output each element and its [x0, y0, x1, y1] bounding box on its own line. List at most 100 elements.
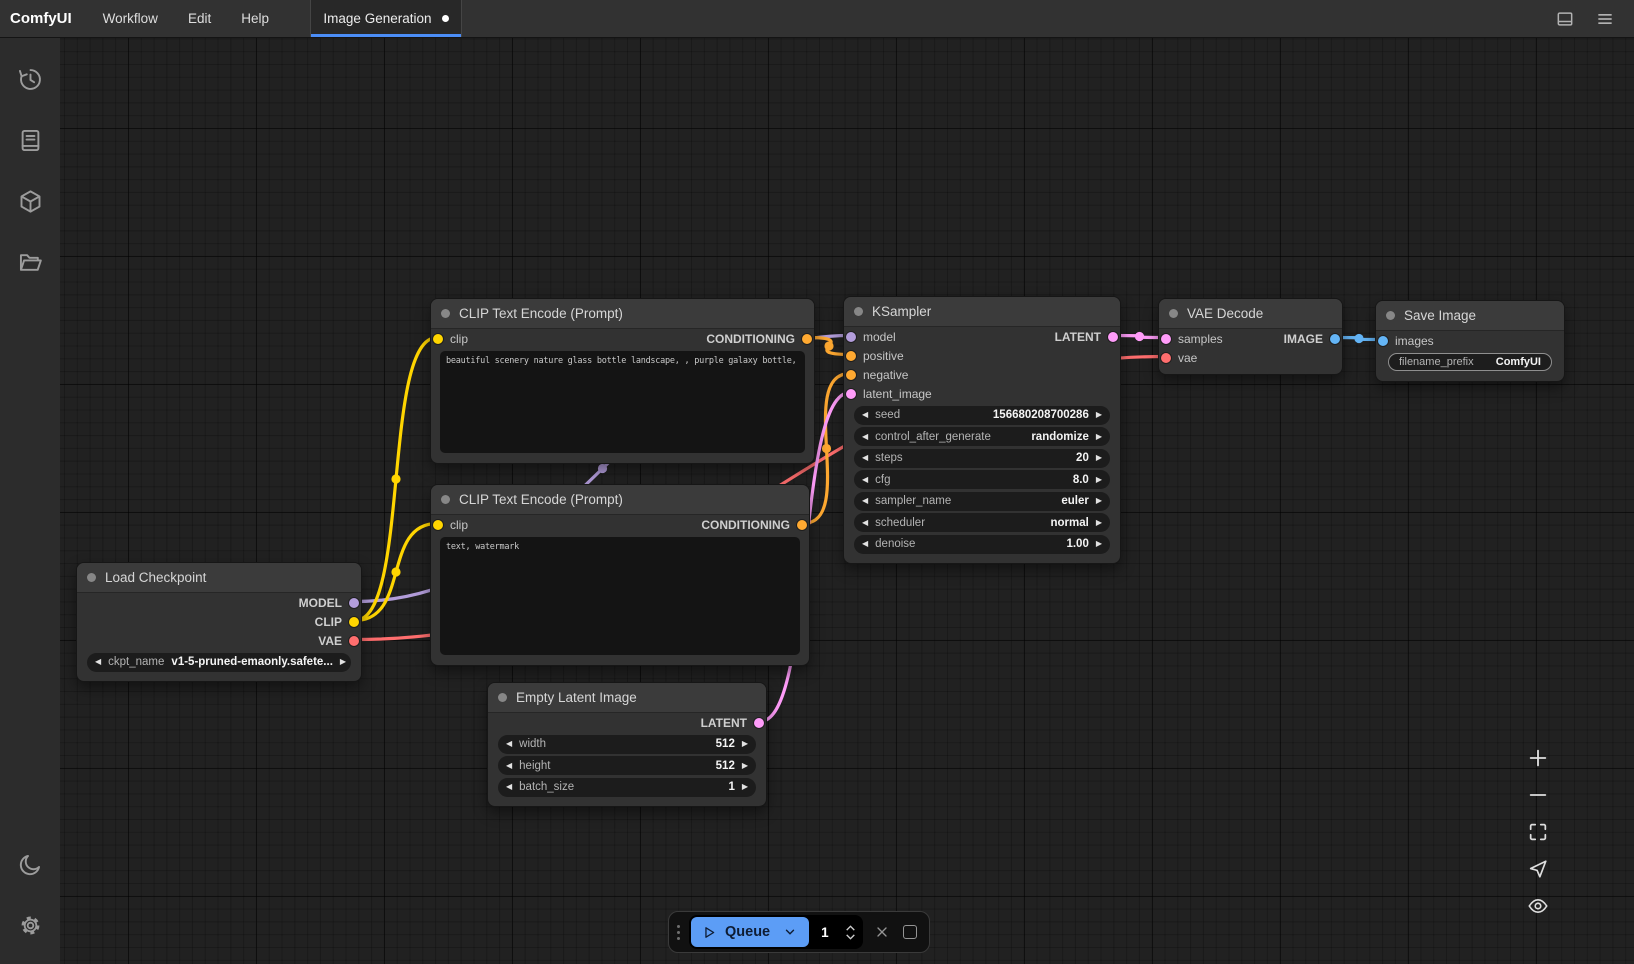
increment-arrow-icon[interactable]: ▶ [1096, 540, 1102, 548]
port-dot[interactable] [846, 389, 856, 399]
input-port-positive[interactable]: positive [846, 349, 904, 363]
increment-arrow-icon[interactable]: ▶ [1096, 476, 1102, 484]
node-clip_encode_negative[interactable]: CLIP Text Encode (Prompt) clip CONDITION… [430, 484, 810, 666]
menu-help[interactable]: Help [226, 0, 284, 37]
increment-arrow-icon[interactable]: ▶ [742, 740, 748, 748]
node-header[interactable]: VAE Decode [1159, 299, 1342, 329]
pan-mode-icon[interactable] [1526, 857, 1550, 881]
collapse-dot[interactable] [87, 573, 96, 582]
interrupt-icon[interactable] [872, 921, 891, 943]
widget-filename_prefix[interactable]: filename_prefix ComfyUI [1388, 353, 1552, 371]
increment-arrow-icon[interactable]: ▶ [1096, 497, 1102, 505]
port-dot[interactable] [846, 370, 856, 380]
increment-arrow-icon[interactable]: ▶ [742, 762, 748, 770]
input-port-clip[interactable]: clip [433, 518, 468, 532]
widget-seed[interactable]: ◀ seed 156680208700286 ▶ [854, 406, 1110, 425]
node-header[interactable]: KSampler [844, 297, 1120, 327]
node-graph-canvas[interactable]: Load Checkpoint MODEL CLIP VAE ◀ ckpt_na… [0, 0, 1634, 964]
prompt-textarea[interactable]: beautiful scenery nature glass bottle la… [440, 351, 805, 453]
node-library-icon[interactable] [13, 123, 47, 157]
port-dot[interactable] [802, 334, 812, 344]
node-header[interactable]: Save Image [1376, 301, 1564, 331]
input-port-clip[interactable]: clip [433, 332, 468, 346]
port-dot[interactable] [846, 332, 856, 342]
link-midpoint-dot[interactable] [598, 464, 607, 473]
port-dot[interactable] [1161, 353, 1171, 363]
step-down-icon[interactable] [845, 934, 856, 940]
link-midpoint-dot[interactable] [391, 567, 400, 576]
collapse-dot[interactable] [441, 309, 450, 318]
port-dot[interactable] [1161, 334, 1171, 344]
drag-handle[interactable] [677, 925, 680, 940]
decrement-arrow-icon[interactable]: ◀ [862, 476, 868, 484]
prompt-textarea[interactable]: text, watermark [440, 537, 800, 655]
widget-ckpt_name[interactable]: ◀ ckpt_name v1-5-pruned-emaonly.safete..… [87, 653, 351, 672]
collapse-dot[interactable] [1386, 311, 1395, 320]
collapse-dot[interactable] [498, 693, 507, 702]
link-midpoint-dot[interactable] [1135, 332, 1144, 341]
toggle-link-visibility-icon[interactable] [1526, 894, 1550, 918]
decrement-arrow-icon[interactable]: ◀ [862, 411, 868, 419]
widget-height[interactable]: ◀ height 512 ▶ [498, 756, 756, 775]
port-dot[interactable] [433, 334, 443, 344]
link-load_checkpoint.CLIP-to-clip_encode_negative.clip[interactable] [355, 524, 437, 621]
port-dot[interactable] [754, 718, 764, 728]
node-save_image[interactable]: Save Image images filename_prefix ComfyU… [1375, 300, 1565, 382]
port-dot[interactable] [846, 351, 856, 361]
widget-sampler_name[interactable]: ◀ sampler_name euler ▶ [854, 492, 1110, 511]
input-port-negative[interactable]: negative [846, 368, 908, 382]
decrement-arrow-icon[interactable]: ◀ [862, 454, 868, 462]
increment-arrow-icon[interactable]: ▶ [1096, 433, 1102, 441]
menu-icon[interactable] [1592, 6, 1618, 32]
fit-view-icon[interactable] [1526, 820, 1550, 844]
input-port-samples[interactable]: samples [1161, 332, 1223, 346]
collapse-dot[interactable] [441, 495, 450, 504]
workflows-icon[interactable] [13, 245, 47, 279]
node-header[interactable]: CLIP Text Encode (Prompt) [431, 299, 814, 329]
widget-cfg[interactable]: ◀ cfg 8.0 ▶ [854, 470, 1110, 489]
collapse-dot[interactable] [1169, 309, 1178, 318]
widget-batch_size[interactable]: ◀ batch_size 1 ▶ [498, 778, 756, 797]
port-dot[interactable] [1108, 332, 1118, 342]
output-port-CONDITIONING[interactable]: CONDITIONING [706, 332, 812, 346]
output-port-IMAGE[interactable]: IMAGE [1284, 332, 1340, 346]
decrement-arrow-icon[interactable]: ◀ [95, 658, 101, 666]
node-header[interactable]: Empty Latent Image [488, 683, 766, 713]
increment-arrow-icon[interactable]: ▶ [1096, 519, 1102, 527]
link-midpoint-dot[interactable] [391, 474, 400, 483]
widget-steps[interactable]: ◀ steps 20 ▶ [854, 449, 1110, 468]
increment-arrow-icon[interactable]: ▶ [1096, 411, 1102, 419]
decrement-arrow-icon[interactable]: ◀ [862, 540, 868, 548]
increment-arrow-icon[interactable]: ▶ [340, 658, 346, 666]
input-port-model[interactable]: model [846, 330, 896, 344]
node-clip_encode_positive[interactable]: CLIP Text Encode (Prompt) clip CONDITION… [430, 298, 815, 464]
chevron-down-icon[interactable] [783, 925, 797, 939]
node-ksampler[interactable]: KSampler model LATENT positive negative … [843, 296, 1121, 564]
decrement-arrow-icon[interactable]: ◀ [506, 783, 512, 791]
widget-control_after_generate[interactable]: ◀ control_after_generate randomize ▶ [854, 427, 1110, 446]
bottom-panel-icon[interactable] [1552, 6, 1578, 32]
input-port-images[interactable]: images [1378, 334, 1434, 348]
widget-scheduler[interactable]: ◀ scheduler normal ▶ [854, 513, 1110, 532]
node-load_checkpoint[interactable]: Load Checkpoint MODEL CLIP VAE ◀ ckpt_na… [76, 562, 362, 682]
link-midpoint-dot[interactable] [824, 341, 833, 350]
workflow-tab[interactable]: Image Generation [310, 0, 462, 37]
output-port-CLIP[interactable]: CLIP [315, 615, 359, 629]
node-header[interactable]: CLIP Text Encode (Prompt) [431, 485, 809, 515]
settings-icon[interactable] [13, 908, 47, 942]
decrement-arrow-icon[interactable]: ◀ [506, 740, 512, 748]
increment-arrow-icon[interactable]: ▶ [742, 783, 748, 791]
output-port-MODEL[interactable]: MODEL [299, 596, 359, 610]
step-up-icon[interactable] [845, 925, 856, 931]
port-dot[interactable] [1330, 334, 1340, 344]
model-library-icon[interactable] [13, 184, 47, 218]
queue-history-icon[interactable] [13, 62, 47, 96]
node-vae_decode[interactable]: VAE Decode samples IMAGE vae [1158, 298, 1343, 375]
decrement-arrow-icon[interactable]: ◀ [862, 433, 868, 441]
port-dot[interactable] [349, 598, 359, 608]
menu-edit[interactable]: Edit [173, 0, 226, 37]
menu-workflow[interactable]: Workflow [88, 0, 173, 37]
zoom-out-icon[interactable] [1526, 783, 1550, 807]
widget-denoise[interactable]: ◀ denoise 1.00 ▶ [854, 535, 1110, 554]
zoom-in-icon[interactable] [1526, 746, 1550, 770]
